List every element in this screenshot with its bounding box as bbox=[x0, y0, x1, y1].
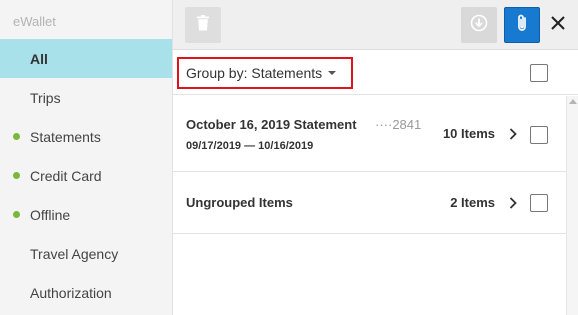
group-by-label: Group by: Statements bbox=[186, 65, 323, 81]
download-button[interactable] bbox=[461, 7, 497, 43]
sidebar-item-statements[interactable]: Statements bbox=[0, 117, 172, 156]
paperclip-icon bbox=[516, 13, 528, 38]
status-dot-icon bbox=[13, 133, 20, 140]
scrollbar[interactable] bbox=[566, 96, 578, 315]
sidebar-item-label: Statements bbox=[30, 128, 101, 145]
group-account: ····2841 bbox=[375, 117, 422, 132]
group-item-count: 2 Items bbox=[450, 195, 495, 210]
scroll-up-arrow-icon[interactable] bbox=[569, 99, 577, 104]
status-dot-icon bbox=[13, 211, 20, 218]
sidebar-list: All Trips Statements Credit Card Offline… bbox=[0, 39, 172, 312]
sidebar-item-label: Credit Card bbox=[30, 167, 102, 184]
close-button[interactable] bbox=[543, 10, 573, 40]
group-list: October 16, 2019 Statement ····2841 09/1… bbox=[173, 96, 566, 234]
sidebar-item-offline[interactable]: Offline bbox=[0, 195, 172, 234]
select-all-checkbox[interactable] bbox=[530, 64, 548, 82]
sidebar-item-all[interactable]: All bbox=[0, 39, 172, 78]
sidebar-item-label: Offline bbox=[30, 206, 71, 223]
group-title: Ungrouped Items bbox=[186, 195, 293, 210]
sidebar-item-trips[interactable]: Trips bbox=[0, 78, 172, 117]
group-by-bar: Group by: Statements bbox=[173, 51, 578, 95]
sidebar-item-label: Trips bbox=[30, 89, 61, 106]
group-title: October 16, 2019 Statement bbox=[186, 117, 357, 132]
sidebar-item-travel-agency[interactable]: Travel Agency bbox=[0, 234, 172, 273]
chevron-right-icon[interactable] bbox=[508, 196, 518, 210]
status-dot-icon bbox=[13, 172, 20, 179]
toolbar bbox=[173, 0, 578, 50]
close-icon bbox=[550, 15, 566, 36]
main-panel: Group by: Statements October 16, 2019 St… bbox=[173, 0, 578, 315]
group-row[interactable]: October 16, 2019 Statement ····2841 09/1… bbox=[173, 96, 566, 172]
download-circle-icon bbox=[470, 14, 488, 37]
group-checkbox[interactable] bbox=[530, 126, 548, 144]
sidebar-item-credit-card[interactable]: Credit Card bbox=[0, 156, 172, 195]
sidebar: eWallet All Trips Statements Credit Card… bbox=[0, 0, 173, 315]
trash-icon bbox=[196, 14, 210, 36]
group-checkbox[interactable] bbox=[530, 194, 548, 212]
group-row[interactable]: Ungrouped Items 2 Items bbox=[173, 172, 566, 234]
caret-down-icon bbox=[328, 71, 337, 75]
group-item-count: 10 Items bbox=[442, 126, 495, 141]
attach-button[interactable] bbox=[504, 7, 540, 43]
sidebar-title: eWallet bbox=[13, 14, 56, 29]
sidebar-item-authorization[interactable]: Authorization bbox=[0, 273, 172, 312]
chevron-right-icon[interactable] bbox=[508, 127, 518, 141]
sidebar-item-label: All bbox=[30, 50, 48, 67]
group-date-range: 09/17/2019 — 10/16/2019 bbox=[186, 140, 314, 152]
delete-button[interactable] bbox=[185, 7, 221, 43]
sidebar-item-label: Travel Agency bbox=[30, 245, 119, 262]
group-by-dropdown[interactable]: Group by: Statements bbox=[177, 57, 353, 89]
sidebar-item-label: Authorization bbox=[30, 284, 112, 301]
